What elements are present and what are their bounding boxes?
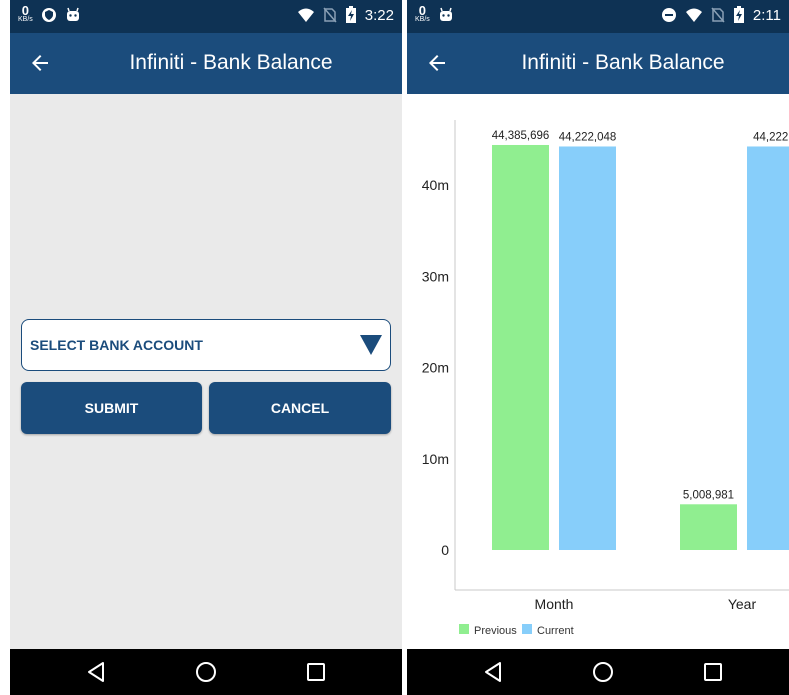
nav-back-icon[interactable]	[481, 660, 505, 684]
system-nav-bar	[407, 649, 789, 695]
status-time: 3:22	[364, 6, 394, 24]
network-speed-value: 0	[21, 3, 30, 18]
bank-balance-chart-screen: 0 KB/s 2:11 Infiniti - Bank Balance 0 10m…	[407, 0, 789, 695]
legend-swatch-previous	[459, 624, 469, 634]
no-sim-icon	[711, 7, 725, 23]
nav-back-icon[interactable]	[84, 660, 108, 684]
submit-button[interactable]: SUBMIT	[21, 382, 202, 434]
battery-charging-icon	[733, 6, 744, 23]
do-not-disturb-icon	[661, 8, 676, 22]
nav-home-icon[interactable]	[194, 660, 218, 684]
cancel-button[interactable]: CANCEL	[209, 382, 391, 434]
nav-recents-icon[interactable]	[701, 660, 725, 684]
status-time: 2:11	[752, 6, 781, 24]
x-tick-label: Month	[535, 596, 574, 612]
shield-icon	[41, 8, 56, 22]
bank-account-select-screen: 0 KB/s 3:22 Infiniti - Bank Balance SELE…	[10, 0, 402, 695]
app-bar: Infiniti - Bank Balance	[407, 33, 789, 94]
legend-swatch-current	[522, 624, 532, 634]
wifi-icon	[685, 8, 702, 22]
y-tick-label: 10m	[422, 451, 449, 467]
y-tick-label: 40m	[422, 177, 449, 193]
page-title: Infiniti - Bank Balance	[521, 51, 725, 74]
battery-charging-icon	[345, 6, 356, 23]
status-bar: 0 KB/s 3:22	[10, 0, 402, 33]
form-area: SELECT BANK ACCOUNT SUBMIT CANCEL	[10, 94, 402, 649]
bar-previous-year	[680, 504, 737, 550]
wifi-icon	[297, 8, 314, 22]
y-tick-label: 30m	[422, 268, 449, 284]
data-label: 44,222,048	[559, 131, 617, 143]
bar-current-month	[559, 146, 616, 550]
android-icon	[439, 7, 452, 21]
legend-label-current: Current	[537, 625, 574, 637]
app-bar: Infiniti - Bank Balance	[10, 33, 402, 94]
dropdown-triangle-icon	[360, 335, 382, 355]
nav-recents-icon[interactable]	[304, 660, 328, 684]
network-speed: 0 KB/s	[415, 3, 430, 24]
status-bar: 0 KB/s 2:11	[407, 0, 789, 33]
nav-home-icon[interactable]	[591, 660, 615, 684]
system-nav-bar	[10, 649, 402, 695]
network-speed-value: 0	[418, 3, 427, 18]
chart-area: 0 10m 20m 30m 40m 44,385,696 44,222,048 Month 5,…	[407, 94, 789, 649]
network-speed-unit: KB/s	[415, 16, 430, 23]
bank-account-dropdown-label: SELECT BANK ACCOUNT	[30, 337, 203, 353]
page-title: Infiniti - Bank Balance	[129, 51, 333, 74]
android-icon	[66, 7, 79, 21]
data-label: 44,385,696	[492, 130, 550, 142]
y-tick-label: 0	[441, 542, 449, 558]
bar-current-year	[747, 146, 789, 550]
bank-balance-bar-chart: 0 10m 20m 30m 40m 44,385,696 44,222,048 Month 5,…	[422, 120, 789, 637]
no-sim-icon	[323, 7, 337, 23]
network-speed-unit: KB/s	[18, 16, 33, 23]
y-tick-label: 20m	[422, 360, 449, 376]
legend-label-previous: Previous	[474, 625, 517, 637]
bank-account-dropdown[interactable]: SELECT BANK ACCOUNT	[21, 319, 391, 371]
bar-previous-month	[492, 144, 549, 550]
data-label: 5,008,981	[683, 489, 734, 501]
network-speed: 0 KB/s	[18, 3, 33, 24]
x-tick-label: Year	[728, 596, 757, 612]
data-label: 44,222,0	[753, 131, 789, 143]
